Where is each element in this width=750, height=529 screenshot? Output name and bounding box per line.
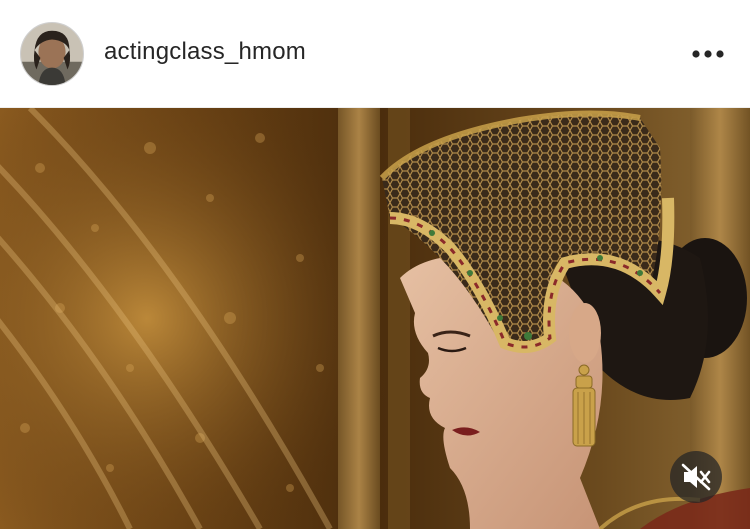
more-horizontal-icon (692, 50, 724, 58)
avatar-image (21, 23, 83, 85)
speaker-muted-icon (681, 463, 711, 491)
avatar[interactable] (20, 22, 84, 86)
instagram-post: actingclass_hmom (0, 0, 750, 529)
video-frame (0, 108, 750, 529)
more-options-button[interactable] (688, 40, 728, 68)
mute-toggle-button[interactable] (670, 451, 722, 503)
post-video[interactable] (0, 108, 750, 529)
username[interactable]: actingclass_hmom (104, 38, 306, 66)
post-header: actingclass_hmom (0, 0, 750, 108)
